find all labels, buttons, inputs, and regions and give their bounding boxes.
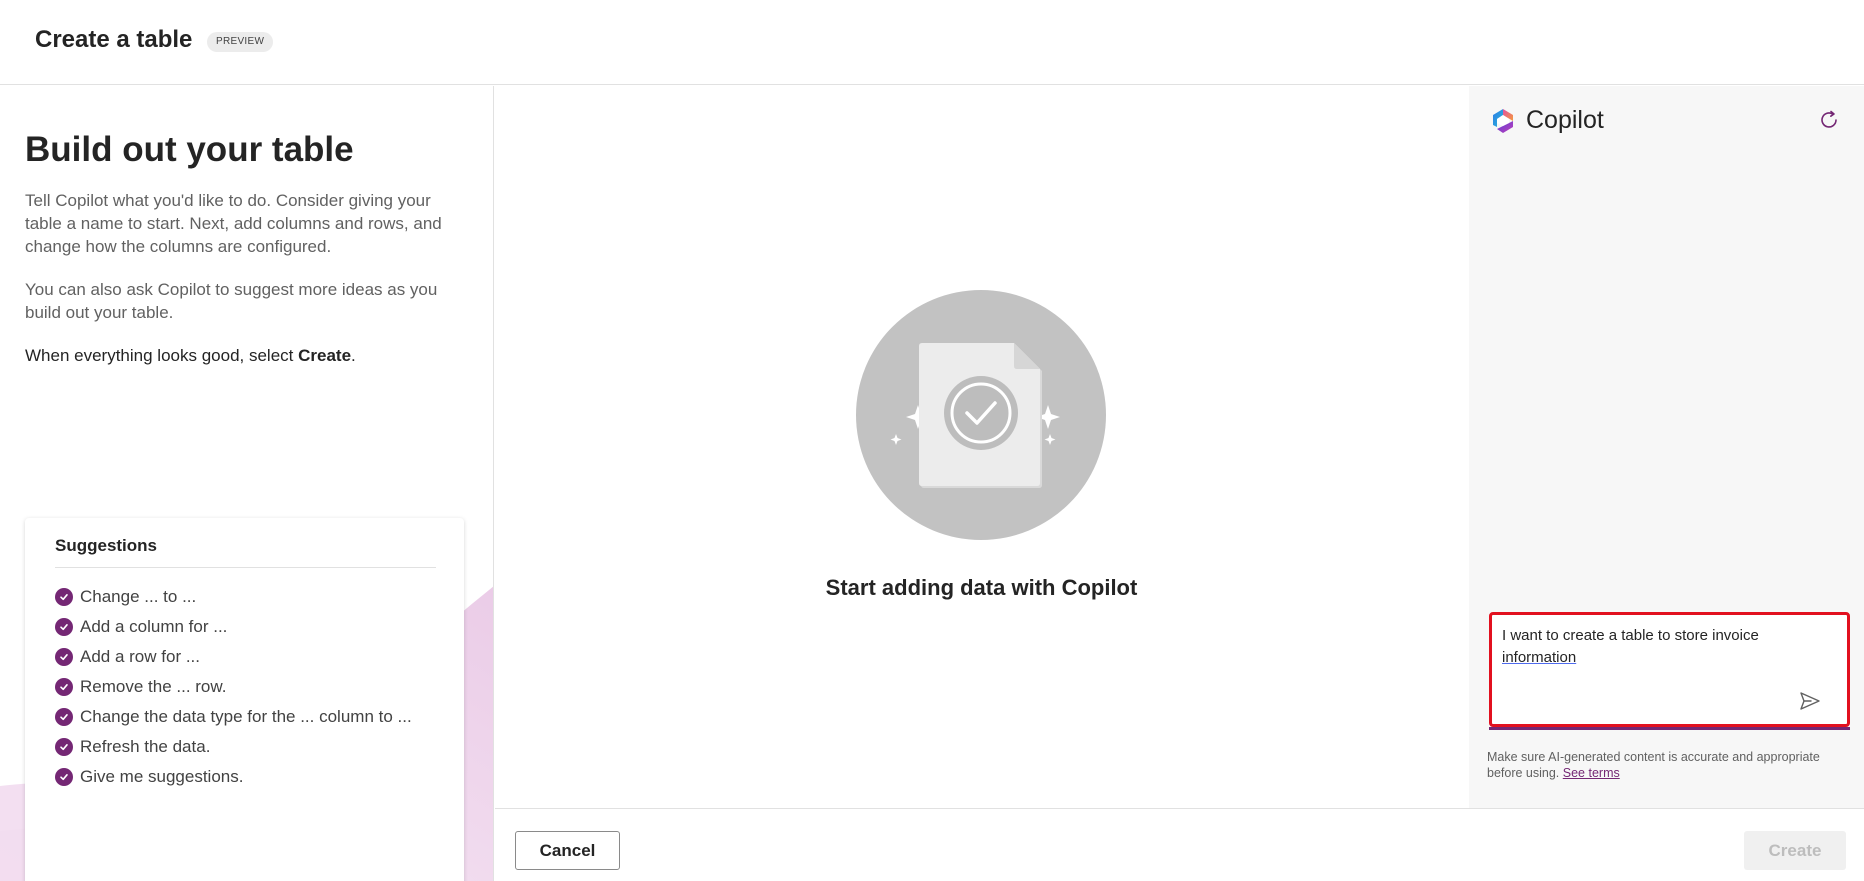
create-button[interactable]: Create (1744, 831, 1846, 870)
copilot-prompt-input[interactable]: I want to create a table to store invoic… (1489, 612, 1850, 730)
copilot-logo-icon (1493, 109, 1513, 133)
intro-paragraph: Tell Copilot what you'd like to do. Cons… (25, 191, 442, 256)
suggestion-item[interactable]: Add a column for ... (55, 612, 412, 642)
prompt-text: I want to create a table to store invoic… (1502, 627, 1759, 666)
preview-badge: PREVIEW (207, 32, 274, 52)
suggestions-list: Change ... to ... Add a column for ... A… (55, 582, 412, 792)
table-preview-area: Start adding data with Copilot (495, 86, 1468, 808)
divider (55, 567, 436, 568)
suggestion-item[interactable]: Change the data type for the ... column … (55, 702, 412, 732)
copilot-title: Copilot (1526, 106, 1604, 134)
footer-bar: Cancel Create (495, 808, 1864, 881)
suggestion-item[interactable]: Give me suggestions. (55, 762, 412, 792)
create-instruction: When everything looks good, select Creat… (25, 346, 356, 365)
send-icon[interactable] (1798, 689, 1822, 713)
page-title: Create a table (35, 26, 193, 53)
suggestion-item[interactable]: Change ... to ... (55, 582, 412, 612)
suggestions-title: Suggestions (55, 536, 158, 555)
ideas-paragraph: You can also ask Copilot to suggest more… (25, 280, 438, 322)
suggestions-card: Suggestions Change ... to ... Add a colu… (25, 518, 464, 881)
cancel-button[interactable]: Cancel (515, 831, 620, 870)
see-terms-link[interactable]: See terms (1563, 766, 1620, 780)
suggestion-item[interactable]: Add a row for ... (55, 642, 412, 672)
suggestion-item[interactable]: Remove the ... row. (55, 672, 412, 702)
section-heading: Build out your table (25, 130, 354, 169)
page-header: Create a table PREVIEW (0, 0, 1864, 85)
checkmark-icon (55, 648, 73, 666)
refresh-icon[interactable] (1814, 105, 1844, 135)
document-check-icon (856, 290, 1106, 540)
checkmark-icon (55, 678, 73, 696)
checkmark-icon (55, 708, 73, 726)
suggestion-item[interactable]: Refresh the data. (55, 732, 412, 762)
instructions-panel: Build out your table Tell Copilot what y… (0, 86, 494, 881)
ai-disclaimer: Make sure AI-generated content is accura… (1487, 750, 1820, 780)
empty-state-caption: Start adding data with Copilot (825, 575, 1138, 600)
checkmark-icon (55, 588, 73, 606)
input-focus-bar (1489, 727, 1850, 730)
checkmark-icon (55, 738, 73, 756)
copilot-panel: Copilot I want to create a table to stor… (1469, 86, 1864, 808)
checkmark-icon (55, 768, 73, 786)
checkmark-icon (55, 618, 73, 636)
